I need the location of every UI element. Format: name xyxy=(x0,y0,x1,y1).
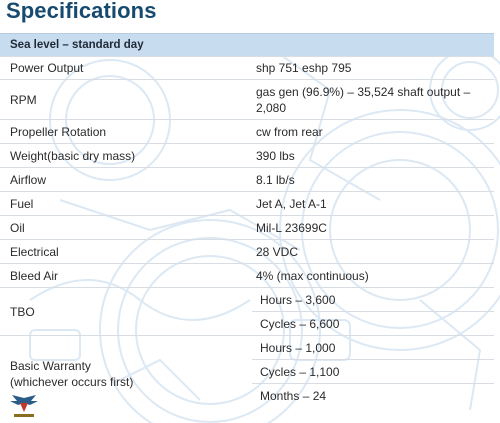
row-value: 4% (max continuous) xyxy=(252,263,495,288)
table-row: Electrical 28 VDC xyxy=(0,239,495,264)
row-label: Airflow xyxy=(0,167,252,192)
table-row-warranty: Basic Warranty (whichever occurs first) … xyxy=(0,335,495,407)
warranty-months: Months – 24 xyxy=(252,383,495,407)
row-label: Bleed Air xyxy=(0,263,252,288)
row-value: 390 lbs xyxy=(252,143,495,168)
page-title: Specifications xyxy=(6,0,157,23)
row-label: Oil xyxy=(0,215,252,240)
row-value: cw from rear xyxy=(252,119,495,144)
wings-logo-icon xyxy=(10,395,38,417)
section-header-row: Sea level – standard day xyxy=(0,33,495,57)
table-row: Power Output shp 751 eshp 795 xyxy=(0,56,495,80)
table-row: Bleed Air 4% (max continuous) xyxy=(0,263,495,288)
tbo-cycles: Cycles – 6,600 xyxy=(252,311,495,335)
section-header-label: Sea level – standard day xyxy=(0,33,495,57)
warranty-values: Hours – 1,000 Cycles – 1,100 Months – 24 xyxy=(252,336,495,407)
row-label: Fuel xyxy=(0,191,252,216)
tbo-values: Hours – 3,600 Cycles – 6,600 xyxy=(252,288,495,335)
tbo-hours: Hours – 3,600 xyxy=(260,292,336,307)
row-label: Propeller Rotation xyxy=(0,119,252,144)
warranty-hours: Hours – 1,000 xyxy=(260,340,336,355)
row-value: gas gen (96.9%) – 35,524 shaft output – … xyxy=(252,79,495,120)
warranty-sublabel: (whichever occurs first) xyxy=(10,374,134,389)
table-row: Fuel Jet A, Jet A-1 xyxy=(0,191,495,216)
specifications-table: Sea level – standard day Power Output sh… xyxy=(0,33,495,407)
warranty-label: Basic Warranty xyxy=(10,358,91,373)
row-value: 28 VDC xyxy=(252,239,495,264)
row-label: RPM xyxy=(0,79,252,120)
row-label: Power Output xyxy=(0,56,252,80)
row-value: Jet A, Jet A-1 xyxy=(252,191,495,216)
table-row: Airflow 8.1 lb/s xyxy=(0,167,495,192)
table-row: RPM gas gen (96.9%) – 35,524 shaft outpu… xyxy=(0,79,495,120)
tbo-label: TBO xyxy=(0,287,252,336)
warranty-cycles: Cycles – 1,100 xyxy=(252,359,495,384)
row-label: Weight(basic dry mass) xyxy=(0,143,252,168)
table-row: Propeller Rotation cw from rear xyxy=(0,119,495,144)
table-row: Weight(basic dry mass) 390 lbs xyxy=(0,143,495,168)
table-row-tbo: TBO Hours – 3,600 Cycles – 6,600 xyxy=(0,287,495,336)
row-value: 8.1 lb/s xyxy=(252,167,495,192)
row-value: shp 751 eshp 795 xyxy=(252,56,495,80)
row-label: Electrical xyxy=(0,239,252,264)
row-value: Mil-L 23699C xyxy=(252,215,495,240)
table-row: Oil Mil-L 23699C xyxy=(0,215,495,240)
